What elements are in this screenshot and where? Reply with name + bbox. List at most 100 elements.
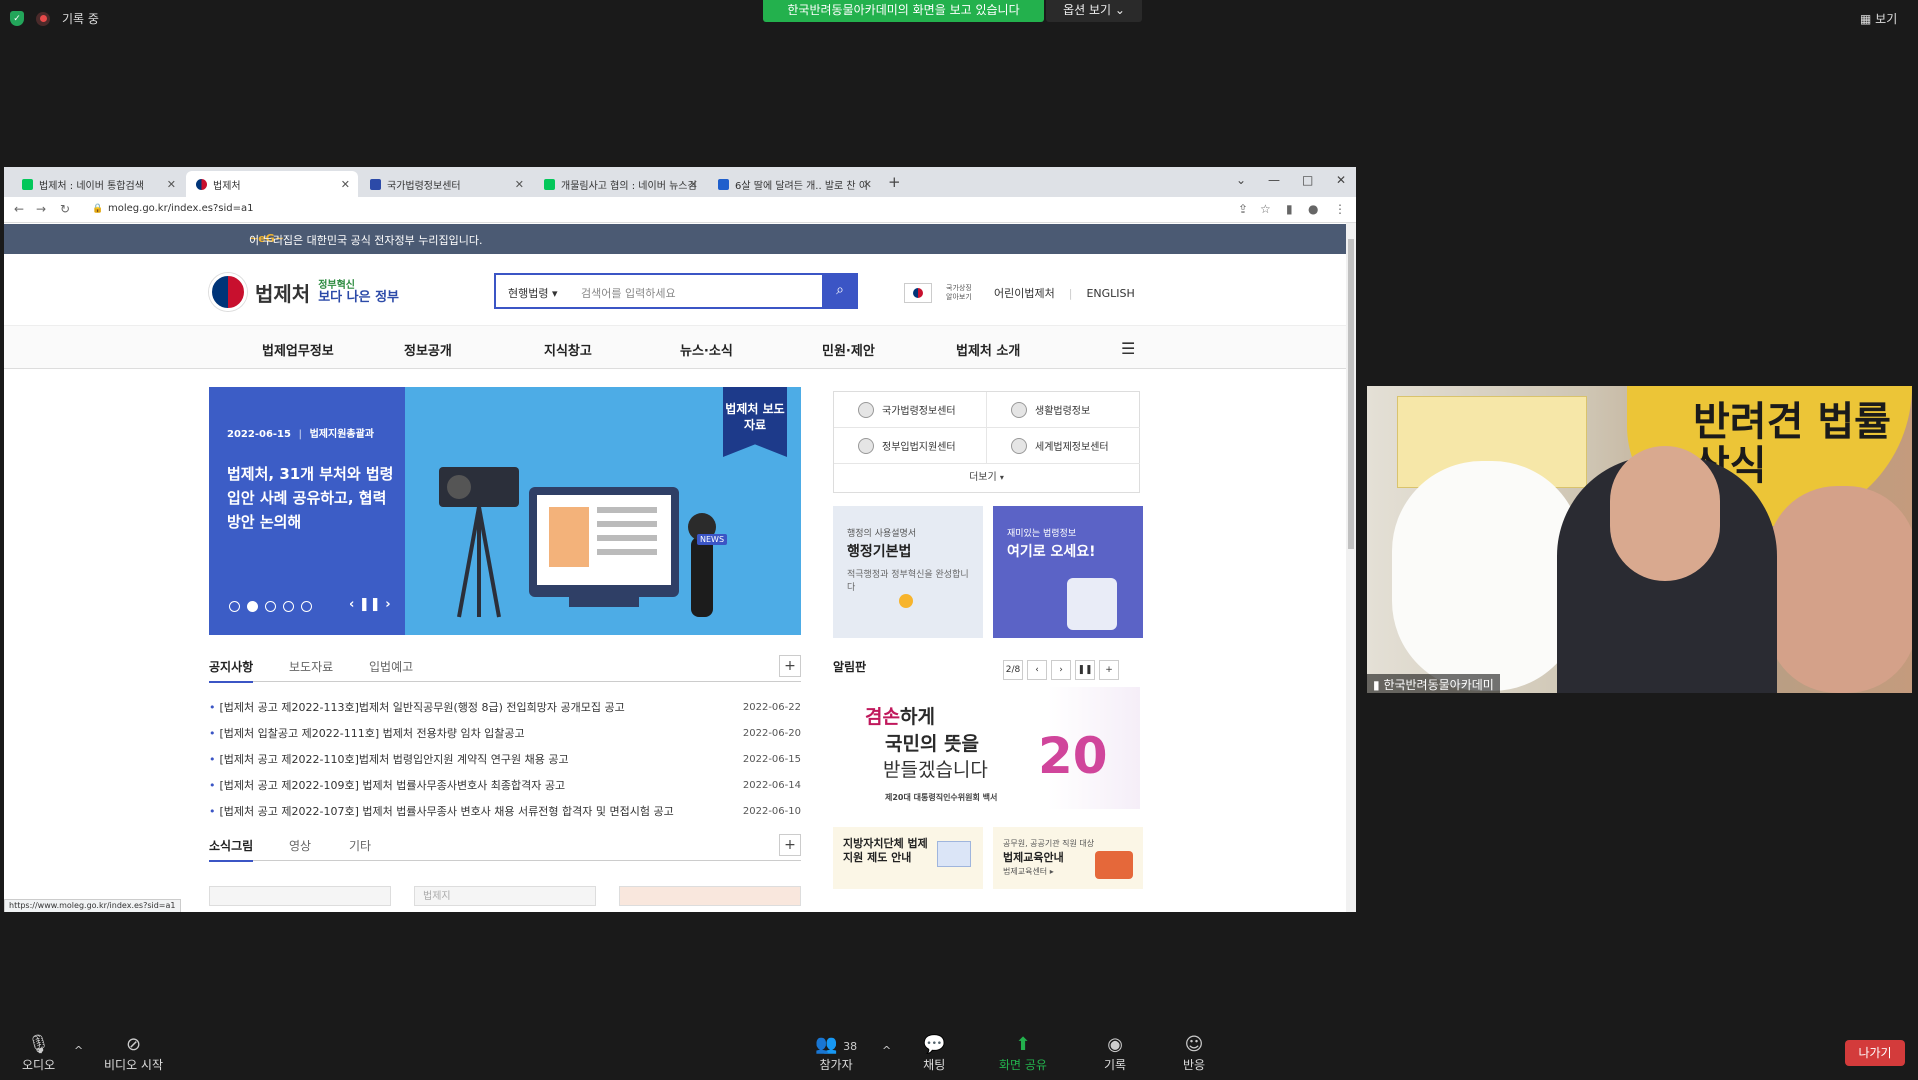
list-item[interactable]: • [법제처 공고 제2022-107호] 법제처 법률사무종사 변호사 채용 서… xyxy=(209,799,801,825)
list-item[interactable]: • [법제처 입찰공고 제2022-111호] 법제처 전용차량 임차 입찰공고 2… xyxy=(209,721,801,747)
kids-link[interactable]: 어린이법제처 xyxy=(994,285,1055,301)
chat-label: 채팅 xyxy=(923,1058,946,1072)
close-window-button[interactable]: ✕ xyxy=(1336,173,1346,187)
view-button[interactable]: ▦ 보기 xyxy=(1860,10,1897,27)
nav-legal-work[interactable]: 법제업무정보 xyxy=(262,340,334,359)
tab-cardnews[interactable]: 소식그림 xyxy=(209,837,254,862)
thumbnail[interactable] xyxy=(619,886,801,906)
url-text[interactable]: moleg.go.kr/index.es?sid=a1 xyxy=(108,203,253,214)
nav-civil-complaint[interactable]: 민원·제안 xyxy=(822,340,875,359)
alim-plus-icon[interactable]: + xyxy=(1099,660,1119,680)
list-item[interactable]: • [법제처 공고 제2022-110호]법제처 법령입안지원 계약직 연구원 채… xyxy=(209,747,801,773)
tab-notice[interactable]: 공지사항 xyxy=(209,658,254,683)
participants-button[interactable]: 👥 38 참가자 xyxy=(815,1034,857,1073)
browser-tab[interactable]: 6살 딸에 달려든 개.. 발로 찬 이 ✕ xyxy=(708,171,880,197)
quick-link-world-law[interactable]: 세계법제정보센터 xyxy=(987,428,1140,464)
record-button[interactable]: ◉ 기록 xyxy=(1104,1034,1126,1073)
side-panel-icon[interactable]: ▮ xyxy=(1286,202,1293,216)
tab-press[interactable]: 보도자료 xyxy=(289,658,333,675)
alim-banner[interactable]: 겸손하게 국민의 뜻을 받들겠습니다 20 제20대 대통령직인수위원회 백서 xyxy=(833,687,1140,809)
security-shield-icon[interactable]: ✓ xyxy=(10,11,24,26)
pause-icon[interactable]: ❚❚ xyxy=(1075,660,1095,680)
press-banner[interactable]: 2022-06-15 | 법제지원총괄과 법제처, 31개 부처와 법령입안 사… xyxy=(209,387,801,635)
notice-more-plus-icon[interactable]: + xyxy=(779,655,801,677)
local-gov-support-card[interactable]: 지방자치단체 법제지원 제도 안내 xyxy=(833,827,983,889)
browser-tab-active[interactable]: 법제처 ✕ xyxy=(186,171,358,197)
quick-link-national-law[interactable]: 국가법령정보센터 xyxy=(834,392,987,428)
page-scrollbar[interactable] xyxy=(1346,223,1356,912)
next-icon[interactable]: › xyxy=(1051,660,1071,680)
browser-menu-icon[interactable]: ⋮ xyxy=(1334,202,1346,216)
next-icon[interactable]: › xyxy=(385,597,390,612)
maximize-button[interactable]: □ xyxy=(1302,173,1313,187)
audio-button[interactable]: 🎙 오디오 xyxy=(22,1034,55,1073)
scrollbar-thumb[interactable] xyxy=(1348,239,1354,549)
korea-flag-icon[interactable] xyxy=(904,283,932,303)
tab-video[interactable]: 영상 xyxy=(289,837,311,854)
forward-icon[interactable]: → xyxy=(36,202,46,216)
tab-legislation-notice[interactable]: 입법예고 xyxy=(369,658,413,675)
browser-tab[interactable]: 국가법령정보센터 ✕ xyxy=(360,171,532,197)
thumbnail[interactable] xyxy=(209,886,391,906)
search-button[interactable]: ⌕ xyxy=(822,273,858,309)
thumbnail[interactable]: 법제지 xyxy=(414,886,596,906)
prev-icon[interactable]: ‹ xyxy=(1027,660,1047,680)
banner-dot[interactable] xyxy=(283,601,294,612)
nav-knowledge[interactable]: 지식창고 xyxy=(544,340,592,359)
banner-dot-active[interactable] xyxy=(247,601,258,612)
browser-tab[interactable]: 법제처 : 네이버 통합검색 ✕ xyxy=(12,171,184,197)
flag-caption[interactable]: 국가상징 알아보기 xyxy=(946,284,980,302)
prev-icon[interactable]: ‹ xyxy=(349,597,354,612)
nav-about[interactable]: 법제처 소개 xyxy=(956,340,1020,359)
list-item[interactable]: • [법제처 공고 제2022-113호]법제처 일반직공무원(행정 8급) 전입… xyxy=(209,695,801,721)
search-input[interactable]: 검색어를 입력하세요 xyxy=(581,285,676,301)
close-tab-icon[interactable]: ✕ xyxy=(863,178,872,191)
nav-info-disclosure[interactable]: 정보공개 xyxy=(404,340,452,359)
quick-link-gov-legislation[interactable]: 정부입법지원센터 xyxy=(834,428,987,464)
close-tab-icon[interactable]: ✕ xyxy=(689,178,698,191)
audio-caret-icon[interactable]: ^ xyxy=(74,1044,83,1057)
media-more-plus-icon[interactable]: + xyxy=(779,834,801,856)
share-screen-button[interactable]: ⬆ 화면 공유 xyxy=(999,1034,1047,1073)
start-video-button[interactable]: ⊘ 비디오 시작 xyxy=(104,1034,163,1073)
nav-news[interactable]: 뉴스·소식 xyxy=(680,340,733,359)
tab-etc[interactable]: 기타 xyxy=(349,837,371,854)
list-item[interactable]: • [법제처 공고 제2022-109호] 법제처 법률사무종사변호사 최종합격자… xyxy=(209,773,801,799)
bookmark-star-icon[interactable]: ☆ xyxy=(1260,202,1271,216)
banner-dot[interactable] xyxy=(265,601,276,612)
gov-innovation-logo: 정부혁신 보다 나은 정부 xyxy=(318,280,399,304)
pause-icon[interactable]: ❚❚ xyxy=(359,597,381,612)
close-tab-icon[interactable]: ✕ xyxy=(341,178,350,191)
fun-law-info-card[interactable]: 재미있는 법령정보 여기로 오세요! xyxy=(993,506,1143,638)
new-tab-button[interactable]: + xyxy=(888,173,901,191)
search-category-select[interactable]: 현행법령 ▾ xyxy=(508,285,558,301)
close-tab-icon[interactable]: ✕ xyxy=(515,178,524,191)
more-button[interactable]: 더보기 ▾ xyxy=(834,464,1139,492)
site-logo[interactable]: 법제처 정부혁신 보다 나은 정부 xyxy=(209,273,399,311)
minimize-button[interactable]: — xyxy=(1268,173,1280,187)
legal-education-card[interactable]: 공무원, 공공기관 직원 대상 법제교육안내 법제교육센터 ▸ xyxy=(993,827,1143,889)
profile-icon[interactable]: ● xyxy=(1308,202,1318,216)
site-search: 현행법령 ▾ 검색어를 입력하세요 ⌕ xyxy=(494,273,858,309)
speaker-video[interactable]: 반려견 법률 상식 ▮ 한국반려동물아카데미 xyxy=(1367,386,1912,693)
participants-caret-icon[interactable]: ^ xyxy=(882,1044,891,1057)
close-tab-icon[interactable]: ✕ xyxy=(167,178,176,191)
admin-basic-law-card[interactable]: 행정의 사용설명서 행정기본법 적극행정과 정부혁신을 완성합니다 xyxy=(833,506,983,638)
banner-dot[interactable] xyxy=(229,601,240,612)
hamburger-menu-icon[interactable]: ☰ xyxy=(1121,339,1135,358)
share-icon[interactable]: ⇪ xyxy=(1238,202,1248,216)
english-link[interactable]: ENGLISH xyxy=(1086,287,1134,300)
reaction-smiley-icon: ☺ xyxy=(1184,1034,1204,1055)
reactions-button[interactable]: ☺ 반응 xyxy=(1183,1034,1205,1073)
leave-button[interactable]: 나가기 xyxy=(1845,1040,1905,1066)
tab-search-icon[interactable]: ⌄ xyxy=(1236,173,1246,187)
banner-dept: 법제지원총괄과 xyxy=(309,429,374,440)
participants-label: 참가자 xyxy=(819,1058,853,1072)
reload-icon[interactable]: ↻ xyxy=(60,202,70,216)
quick-link-life-law[interactable]: 생활법령정보 xyxy=(987,392,1140,428)
banner-dot[interactable] xyxy=(301,601,312,612)
chat-button[interactable]: 💬 채팅 xyxy=(923,1034,945,1073)
browser-tab[interactable]: 개물림사고 협의 : 네이버 뉴스검 ✕ xyxy=(534,171,706,197)
view-options-button[interactable]: 옵션 보기 ⌄ xyxy=(1046,0,1142,22)
back-icon[interactable]: ← xyxy=(14,202,24,216)
